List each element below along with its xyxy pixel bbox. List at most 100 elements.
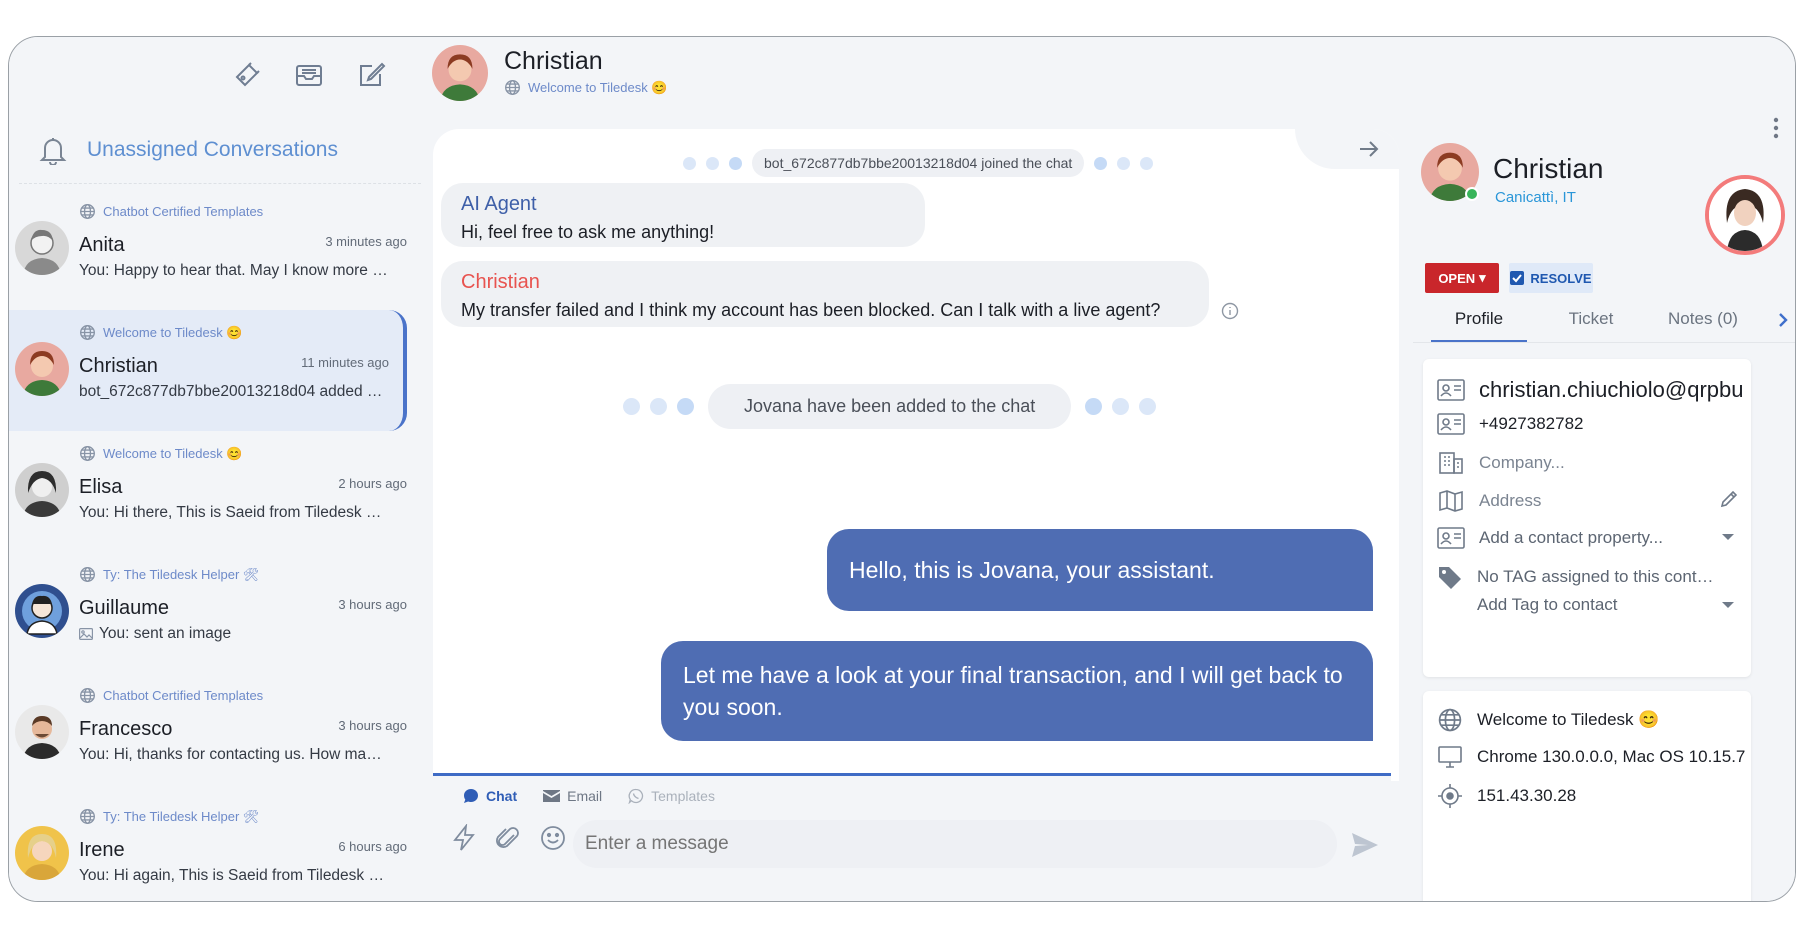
- chat-bubble-icon: [463, 788, 479, 804]
- paperclip-icon[interactable]: [495, 824, 521, 852]
- message-sender: Christian: [461, 271, 540, 293]
- session-department-row: Welcome to Tiledesk 😊: [1437, 707, 1659, 733]
- add-contact-property: Add a contact property...: [1479, 528, 1663, 547]
- dots: [1085, 398, 1157, 415]
- conversation-item-active[interactable]: Welcome to Tiledesk 😊 Christian 11 minut…: [9, 310, 407, 431]
- globe-icon: [79, 808, 96, 825]
- contact-card-icon: [1437, 527, 1465, 549]
- message-bubble-in: AI Agent Hi, feel free to ask me anythin…: [441, 183, 925, 247]
- conversation-item[interactable]: Chatbot Certified Templates Anita 3 minu…: [9, 189, 421, 310]
- session-browser-row: Chrome 130.0.0.0, Mac OS 10.15.7: [1437, 745, 1745, 769]
- bell-icon: [39, 135, 67, 165]
- globe-icon: [79, 445, 96, 462]
- conversation-time: 3 hours ago: [338, 718, 407, 733]
- avatar: [15, 221, 69, 275]
- conversation-preview: You: sent an image: [79, 625, 389, 645]
- system-message-text: Jovana have been added to the chat: [708, 384, 1072, 429]
- avatar: [15, 463, 69, 517]
- conversation-item[interactable]: Ty: The Tiledesk Helper 🛠 Guillaume 3 ho…: [9, 552, 421, 673]
- add-tag-text: Add Tag to contact: [1477, 595, 1618, 614]
- conversation-name: Christian: [79, 355, 158, 377]
- contact-avatar[interactable]: [432, 45, 488, 101]
- conversation-name: Francesco: [79, 718, 173, 740]
- info-icon[interactable]: [1221, 302, 1239, 320]
- message-text: My transfer failed and I think my accoun…: [461, 300, 1161, 320]
- session-ip-row: 151.43.30.28: [1437, 783, 1576, 809]
- message-bubble-out: Let me have a look at your final transac…: [661, 641, 1373, 741]
- profile-location: Canicattì, IT: [1495, 189, 1576, 206]
- tab-chat[interactable]: Chat: [463, 788, 517, 804]
- conversation-preview: You: Hi there, This is Saeid from Tilede…: [79, 504, 389, 521]
- conversation-department: Ty: The Tiledesk Helper 🛠: [103, 566, 260, 582]
- open-label: OPEN: [1438, 270, 1476, 286]
- globe-icon: [504, 79, 521, 96]
- contact-phone: +4927382782: [1479, 414, 1584, 433]
- dots: [623, 398, 694, 415]
- dots: [1094, 156, 1154, 170]
- tab-notes[interactable]: Notes (0): [1649, 299, 1757, 343]
- contact-profile-panel: Christian Canicattì, IT OPEN ▾ RESOLVE Pr…: [1401, 37, 1795, 901]
- chevron-right-icon[interactable]: [1777, 311, 1789, 329]
- app-window: Unassigned Conversations Chatbot Certifi…: [8, 36, 1796, 902]
- tag-icon: [1437, 565, 1463, 589]
- message-bubble-in: Christian My transfer failed and I think…: [441, 261, 1209, 327]
- resolve-label: RESOLVE: [1530, 270, 1592, 286]
- check-box-icon: [1510, 271, 1525, 285]
- contact-company-row[interactable]: Company...: [1437, 451, 1565, 475]
- agent-avatar[interactable]: [1705, 175, 1785, 255]
- conversation-sidebar: Unassigned Conversations Chatbot Certifi…: [9, 37, 421, 901]
- tab-templates[interactable]: Templates: [628, 788, 715, 804]
- tab-ticket[interactable]: Ticket: [1537, 299, 1645, 343]
- add-tag-row[interactable]: Add Tag to contact: [1477, 595, 1618, 615]
- envelope-icon: [543, 789, 561, 803]
- send-icon[interactable]: [1351, 832, 1379, 858]
- conversation-preview: You: Happy to hear that. May I know more…: [79, 262, 389, 279]
- contact-card-icon: [1437, 413, 1465, 435]
- contact-email: christian.chiuchiolo@qrpbu: [1479, 377, 1744, 402]
- avatar: [15, 342, 69, 396]
- message-panel: bot_672c877db7bbe20013218d04 joined the …: [433, 129, 1399, 781]
- tab-label: Email: [567, 788, 603, 804]
- building-icon: [1437, 451, 1465, 475]
- conversation-preview: You: Hi, thanks for contacting us. How m…: [79, 746, 389, 763]
- conversation-department: Welcome to Tiledesk 😊: [103, 445, 243, 461]
- arrow-right-icon[interactable]: [1355, 135, 1383, 163]
- contact-email-row[interactable]: christian.chiuchiolo@qrpbu: [1437, 377, 1751, 403]
- session-info-card: Welcome to Tiledesk 😊 Chrome 130.0.0.0, …: [1423, 691, 1751, 901]
- conversation-department: Chatbot Certified Templates: [103, 204, 264, 219]
- avatar: [15, 705, 69, 759]
- contact-company: Company...: [1479, 453, 1565, 472]
- contact-phone-row[interactable]: +4927382782: [1437, 413, 1583, 435]
- lightning-icon[interactable]: [451, 824, 477, 852]
- conversation-preview-text: You: sent an image: [99, 625, 232, 642]
- resolve-button[interactable]: RESOLVE: [1509, 263, 1593, 293]
- add-contact-property-row[interactable]: Add a contact property...: [1437, 527, 1663, 549]
- location-target-icon: [1437, 783, 1463, 809]
- system-message-joined: bot_672c877db7bbe20013218d04 joined the …: [683, 149, 1154, 177]
- inbox-icon[interactable]: [293, 59, 325, 91]
- conversation-department: Chatbot Certified Templates: [103, 688, 264, 703]
- unassigned-header[interactable]: Unassigned Conversations: [39, 135, 338, 165]
- ticket-icon[interactable]: [231, 59, 263, 91]
- tab-label: Chat: [486, 788, 518, 804]
- tab-email[interactable]: Email: [543, 788, 602, 804]
- message-input[interactable]: [573, 820, 1337, 868]
- status-open-button[interactable]: OPEN ▾: [1425, 263, 1499, 293]
- globe-icon: [1437, 707, 1463, 733]
- sidebar-toolbar: [231, 59, 387, 91]
- compose-icon[interactable]: [355, 59, 387, 91]
- pencil-icon[interactable]: [1719, 489, 1739, 509]
- no-tag-text: No TAG assigned to this contact: [1477, 567, 1717, 586]
- conversation-name: Anita: [79, 234, 125, 256]
- more-vertical-icon[interactable]: [1773, 117, 1779, 139]
- emoji-icon[interactable]: [539, 824, 567, 852]
- caret-down-icon[interactable]: [1721, 533, 1735, 541]
- conversation-item[interactable]: Chatbot Certified Templates Francesco 3 …: [9, 673, 421, 794]
- conversation-item[interactable]: Welcome to Tiledesk 😊 Elisa 2 hours ago …: [9, 431, 421, 552]
- contact-address-row[interactable]: Address: [1437, 489, 1737, 513]
- conversation-item[interactable]: Ty: The Tiledesk Helper 🛠 Irene 6 hours …: [9, 794, 421, 901]
- conversation-list: Chatbot Certified Templates Anita 3 minu…: [9, 189, 421, 901]
- tab-profile[interactable]: Profile: [1431, 299, 1527, 343]
- conversation-time: 11 minutes ago: [301, 355, 389, 370]
- caret-down-icon[interactable]: [1721, 601, 1735, 609]
